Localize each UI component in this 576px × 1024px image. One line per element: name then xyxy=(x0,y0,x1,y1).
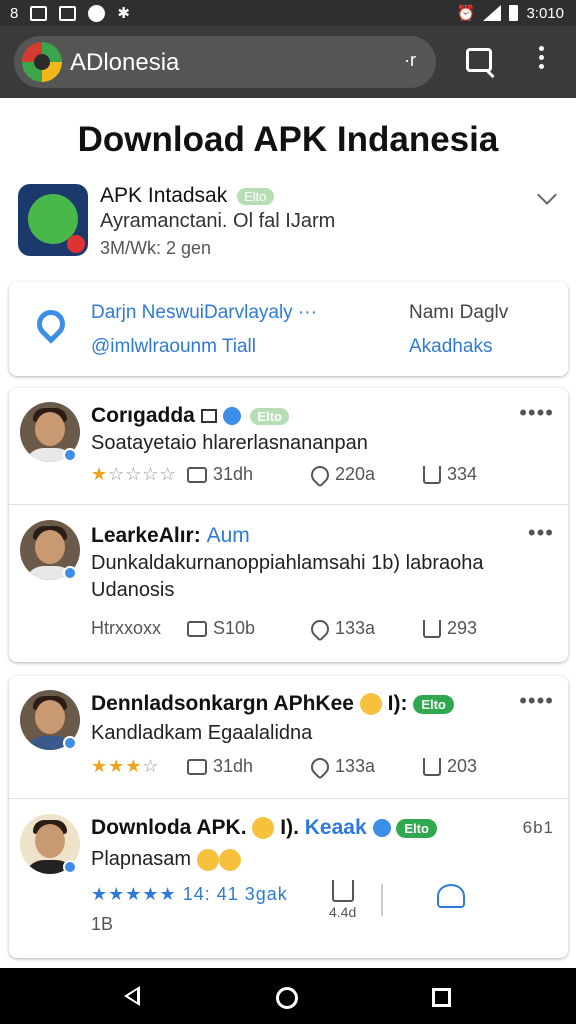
retweet-button[interactable]: 31dh xyxy=(187,464,253,485)
info-card: Darjn NeswuiDarvlayaly ··· @imlwlraounm … xyxy=(9,282,568,376)
heart-icon xyxy=(307,462,333,488)
info-link-secondary[interactable]: @imlwlraounm Tiall xyxy=(91,336,256,358)
post-author: Dennladsonkargn APhKee I): Elto xyxy=(91,692,454,716)
verified-badge-icon xyxy=(372,819,391,838)
app-meta: 3M/Wk: 2 gen xyxy=(100,238,212,258)
post-text: Kandladkam Egaalalidna xyxy=(91,722,313,744)
post-text: Dunkaldakurnanoppiahlamsahi 1b) labraoha… xyxy=(91,552,484,601)
post-author: Downloda APK. I). Keaak Elto xyxy=(91,816,437,840)
retweet-icon xyxy=(187,759,207,776)
like-button[interactable]: 133a xyxy=(307,754,375,780)
emoji-icon xyxy=(359,693,382,716)
address-bar[interactable]: ADlonesia ·r xyxy=(14,36,436,88)
wifi-icon xyxy=(483,5,502,21)
feed-card: Corıgadda Elto •••• Soatayetaio hlarerla… xyxy=(9,388,568,662)
heart-icon xyxy=(307,754,333,780)
like-button[interactable]: 133a xyxy=(307,616,375,642)
post-author-suffix: Aum xyxy=(206,524,250,547)
verified-icon xyxy=(63,566,77,580)
gear-icon: ✱ xyxy=(117,5,130,22)
checkbox-icon xyxy=(200,409,217,424)
share-icon xyxy=(423,620,441,639)
app-badge: Elto xyxy=(237,187,274,205)
tab-arrow-icon[interactable]: ·r xyxy=(404,50,416,71)
post-badge: Elto xyxy=(413,694,454,714)
search-icon[interactable] xyxy=(466,48,492,72)
like-button[interactable]: 220a xyxy=(307,462,375,488)
verified-icon xyxy=(63,448,77,462)
verified-icon xyxy=(63,860,77,874)
location-pin-icon xyxy=(31,304,71,344)
more-options-icon[interactable]: •••• xyxy=(519,400,554,426)
emoji-icon xyxy=(252,817,275,840)
heart-icon xyxy=(307,616,333,642)
more-options-icon[interactable]: ••• xyxy=(528,520,554,546)
alarm-icon: ⏰ xyxy=(456,5,476,22)
verified-icon xyxy=(63,736,77,750)
home-icon[interactable] xyxy=(276,987,298,1009)
post-meta: 6b1 xyxy=(522,818,554,837)
apk-app-icon[interactable] xyxy=(18,184,88,256)
battery-icon xyxy=(509,5,519,21)
app-logo-icon xyxy=(22,42,62,82)
page-title: Download APK Indanesia xyxy=(77,120,499,159)
recents-icon[interactable] xyxy=(432,988,451,1007)
divider xyxy=(9,798,568,799)
box-icon xyxy=(59,5,77,21)
app-name: APK Intadsak Elto xyxy=(100,184,274,208)
share-button[interactable]: 203 xyxy=(423,756,477,777)
rating-stars: ★★★★★ 14: 41 3gak xyxy=(91,884,288,904)
info-right-link[interactable]: Akadhaks xyxy=(409,336,492,358)
bookmark-icon xyxy=(331,880,354,902)
navigation-bar xyxy=(0,968,576,1024)
app-bar: ADlonesia ·r xyxy=(0,26,576,98)
app-subtitle: Ayramanctani. Ol fal IJarm xyxy=(100,210,336,232)
info-link-primary[interactable]: Darjn NeswuiDarvlayaly ··· xyxy=(91,302,317,324)
rating-stars: ★★★ ☆ xyxy=(91,756,160,776)
gallery-icon xyxy=(30,5,48,21)
post-author: Corıgadda Elto xyxy=(91,404,289,428)
post-text: Soatayetaio hlarerlasnananpan xyxy=(91,432,368,454)
post-badge: Elto xyxy=(396,818,437,838)
rating-text: Htrxxoxx xyxy=(91,618,162,638)
post-author: LearkeAlır: Aum xyxy=(91,524,250,547)
emoji-icon xyxy=(196,848,219,871)
share-icon xyxy=(423,758,441,777)
status-bar: 8 ✱ ⏰ 3:010 xyxy=(0,0,576,26)
app-title: ADlonesia xyxy=(70,49,180,76)
retweet-icon xyxy=(187,467,207,484)
cloud-icon[interactable] xyxy=(437,884,465,908)
info-right-label: Namı Daglv xyxy=(409,302,509,323)
emoji-icon xyxy=(218,848,241,871)
share-icon xyxy=(423,466,441,485)
post-text-row: Plapnasam xyxy=(91,846,241,873)
chevron-down-icon[interactable] xyxy=(537,185,557,205)
share-button[interactable]: 334 xyxy=(423,464,477,485)
clock: 3:010 xyxy=(526,4,564,22)
divider xyxy=(381,884,383,916)
retweet-button[interactable]: S10b xyxy=(187,618,255,639)
back-icon[interactable] xyxy=(124,986,140,1006)
divider xyxy=(9,504,568,505)
main-content: Download APK Indanesia APK Intadsak Elto… xyxy=(0,98,576,968)
verified-badge-icon xyxy=(222,407,241,426)
sim-indicator: 8 xyxy=(10,4,19,22)
bookmark-button[interactable]: 4.4d xyxy=(329,880,356,920)
more-options-icon[interactable]: •••• xyxy=(519,688,554,714)
feed-card: Dennladsonkargn APhKee I): Elto •••• Kan… xyxy=(9,676,568,958)
retweet-button[interactable]: 31dh xyxy=(187,756,253,777)
more-vert-icon[interactable] xyxy=(532,42,550,78)
post-badge: Elto xyxy=(250,407,289,425)
rating-stars: ★ ☆☆☆☆ xyxy=(91,464,177,484)
share-button[interactable]: 293 xyxy=(423,618,477,639)
chat-icon xyxy=(88,4,106,22)
retweet-icon xyxy=(187,621,207,638)
